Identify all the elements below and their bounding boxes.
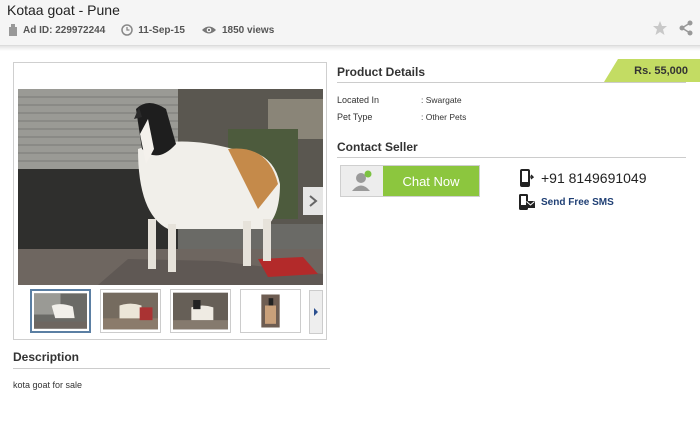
chat-now-button[interactable]: Chat Now [340, 165, 480, 197]
thumbnail[interactable] [170, 289, 231, 333]
listing-header: Kotaa goat - Pune Ad ID: 229972244 11-Se… [0, 0, 700, 46]
detail-row-location: Located In : Swargate [337, 95, 462, 105]
divider [337, 157, 686, 158]
detail-key: Located In [337, 95, 380, 105]
chevron-right-icon [314, 308, 318, 316]
listing-meta: Ad ID: 229972244 11-Sep-15 1850 views [8, 24, 290, 36]
chat-now-label: Chat Now [383, 166, 479, 196]
next-photo-button[interactable] [303, 187, 323, 215]
clock-icon [121, 24, 134, 36]
price-badge: Rs. 55,000 [604, 59, 700, 82]
detail-value: : Swargate [421, 95, 462, 105]
send-sms-link[interactable]: Send Free SMS [518, 193, 614, 211]
view-count: 1850 views [201, 25, 274, 36]
sms-icon [519, 194, 535, 210]
thumbnail-image [103, 292, 158, 330]
page-title: Kotaa goat - Pune [7, 2, 120, 18]
header-shadow [0, 46, 700, 51]
image-gallery [13, 62, 327, 340]
posted-date: 11-Sep-15 [121, 24, 185, 36]
thumbnail[interactable] [30, 289, 91, 333]
price-text: Rs. 55,000 [634, 64, 688, 77]
divider [13, 368, 330, 369]
ad-id: Ad ID: 229972244 [8, 24, 105, 36]
phone-number: +91 8149691049 [541, 170, 647, 186]
product-details-heading: Product Details [337, 65, 426, 79]
send-sms-label: Send Free SMS [541, 196, 614, 208]
ad-id-text: Ad ID: 229972244 [23, 24, 106, 36]
avatar [341, 166, 383, 196]
thumbnail[interactable] [240, 289, 301, 333]
seller-phone[interactable]: +91 8149691049 [518, 169, 647, 187]
thumbnail-next-button[interactable] [309, 290, 323, 334]
views-text: 1850 views [221, 24, 275, 36]
thumbnail[interactable] [100, 289, 161, 333]
phone-icon [520, 169, 534, 187]
detail-row-pet-type: Pet Type : Other Pets [337, 112, 466, 122]
chevron-right-icon [309, 195, 318, 207]
avatar-icon [352, 170, 372, 191]
thumbnail-strip [30, 289, 301, 333]
description-heading: Description [13, 350, 80, 364]
thumbnail-image [243, 292, 298, 330]
thumbnail-image [34, 293, 87, 329]
goat-photo [18, 89, 323, 285]
share-icon[interactable] [678, 20, 694, 36]
detail-key: Pet Type [337, 112, 373, 122]
main-photo[interactable] [18, 89, 323, 285]
eye-icon [201, 26, 216, 34]
thumbnail-image [173, 292, 228, 330]
header-actions [652, 20, 694, 36]
date-text: 11-Sep-15 [138, 24, 185, 36]
tag-icon [9, 24, 17, 36]
divider [337, 82, 686, 83]
contact-seller-heading: Contact Seller [337, 140, 418, 154]
detail-value: : Other Pets [421, 112, 467, 122]
description-text: kota goat for sale [13, 380, 83, 390]
star-icon[interactable] [652, 20, 668, 36]
